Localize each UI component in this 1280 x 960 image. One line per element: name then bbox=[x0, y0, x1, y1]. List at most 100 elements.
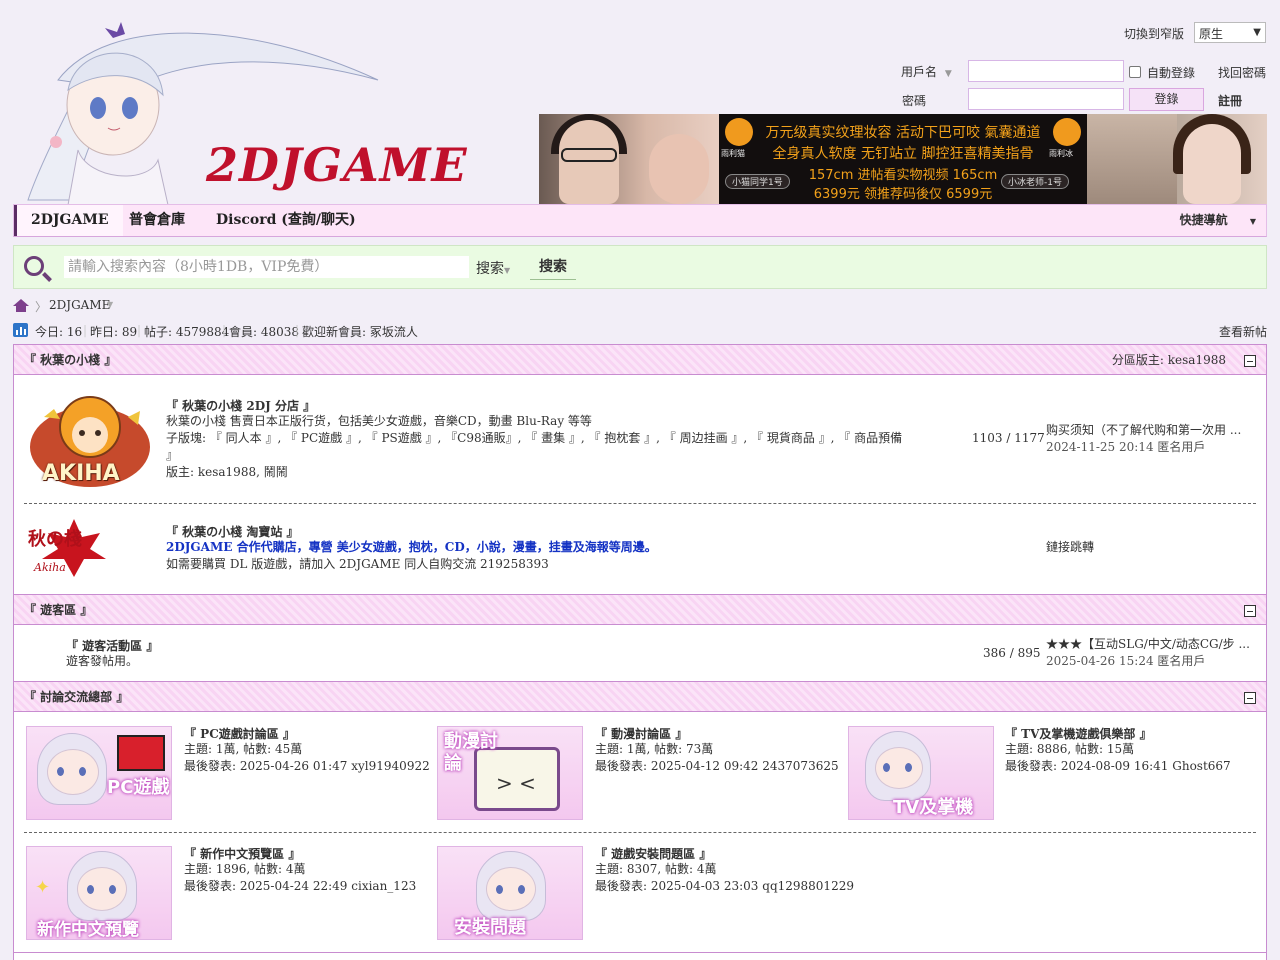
quick-nav-label: 快捷導航 bbox=[1179, 213, 1228, 227]
forum-stats: 主題: 1896, 帖數: 4萬 bbox=[184, 862, 306, 876]
ad-tag-right: 小冰老师-1号 bbox=[1001, 174, 1069, 189]
nav-item-2djgame[interactable]: 2DJGAME bbox=[14, 205, 123, 236]
category-header-discussion: 『 討論交流總部 』 bbox=[13, 681, 1267, 712]
thumb-label: 新作中文預覽 bbox=[37, 920, 139, 940]
nav-item-warehouse[interactable]: 普會倉庫 bbox=[129, 205, 185, 236]
width-select[interactable]: 原生 ▼ bbox=[1194, 22, 1266, 43]
row-divider bbox=[24, 832, 1256, 833]
chevron-down-icon: ▼ bbox=[1249, 216, 1256, 226]
category-moderator[interactable]: 分區版主: kesa1988 bbox=[1112, 345, 1226, 376]
login-button[interactable]: 登錄 bbox=[1129, 88, 1204, 111]
quick-nav-menu[interactable]: 快捷導航 ▼ bbox=[1180, 205, 1256, 236]
forum-icon-new-chinese-preview[interactable]: ✦ 新作中文預覽 bbox=[26, 846, 172, 940]
forum-desc: 秋葉の小棧 售賣日本正版行货，包括美少女遊戲，音樂CD，動畫 Blu-Ray 等… bbox=[166, 414, 592, 428]
forum-subforums-end: 』 bbox=[166, 448, 179, 462]
nav-item-discord[interactable]: Discord (查詢/聊天) bbox=[216, 205, 356, 236]
forum-moderators: 版主: kesa1988, 鬧鬧 bbox=[166, 464, 288, 481]
password-input[interactable] bbox=[968, 88, 1124, 110]
thumb-label: TV及掌機 bbox=[893, 797, 974, 818]
search-type-select[interactable]: 搜索▼ bbox=[476, 258, 510, 278]
category-header-guest: 『 遊客區 』 bbox=[13, 594, 1267, 625]
forum-last-post[interactable]: 最後發表: 2025-04-03 23:03 qq1298801229 bbox=[595, 878, 854, 895]
taobao-logo-text: 秋の棧 bbox=[28, 529, 82, 550]
ad-photo-right bbox=[1087, 114, 1267, 204]
forum-stats: 主題: 8886, 帖數: 15萬 bbox=[1005, 742, 1135, 756]
forum-icon-akiha-taobao[interactable]: 秋の棧 Akiha bbox=[24, 513, 124, 583]
forum-title-install-issues[interactable]: 『 遊戲安裝問題區 』 bbox=[595, 845, 711, 862]
username-label[interactable]: 用戶名 ▼ bbox=[901, 63, 952, 80]
category-title[interactable]: 『 遊客區 』 bbox=[24, 595, 92, 626]
external-link-redirect[interactable]: 鏈接跳轉 bbox=[1046, 539, 1094, 556]
stat-members: 會員: 48038 bbox=[229, 325, 300, 339]
chevron-down-icon: ▼ bbox=[1253, 27, 1261, 38]
category-body-discussion: PC遊戲 『 PC遊戲討論區 』 主題: 1萬, 帖數: 45萬 最後發表: 2… bbox=[13, 712, 1267, 960]
forum-last-post[interactable]: 最後發表: 2025-04-24 22:49 cixian_123 bbox=[184, 878, 416, 895]
stat-today: 今日: 16 bbox=[35, 325, 83, 339]
forum-last-post[interactable]: 最後發表: 2024-08-09 16:41 Ghost667 bbox=[1005, 758, 1231, 775]
forum-icon-pc-games[interactable]: PC遊戲 bbox=[26, 726, 172, 820]
forum-stats: 主題: 8307, 帖數: 4萬 bbox=[595, 862, 717, 876]
stat-yesterday: 昨日: 89 bbox=[90, 325, 138, 339]
forum-icon-anime[interactable]: > < 動漫討論 bbox=[437, 726, 583, 820]
forum-desc: 遊客發帖用。 bbox=[66, 654, 139, 668]
home-icon[interactable] bbox=[13, 299, 29, 313]
search-bar: 請輸入搜索內容（8小時1DB，VIP免費） 搜索▼ 搜索 bbox=[13, 245, 1267, 289]
breadcrumb-current[interactable]: 2DJGAME bbox=[49, 298, 110, 312]
auto-login-checkbox[interactable] bbox=[1129, 66, 1141, 78]
main-nav: 2DJGAME 普會倉庫 Discord (查詢/聊天) 快捷導航 ▼ bbox=[13, 204, 1267, 237]
view-new-posts-link[interactable]: 查看新帖 bbox=[1219, 323, 1267, 340]
forum-last-post[interactable]: 最後發表: 2025-04-26 01:47 xyl91940922 bbox=[184, 758, 430, 775]
narrow-switch-label: 切換到窄版 bbox=[1124, 27, 1185, 41]
forum-counts: 1103 / 1177 bbox=[972, 431, 1045, 445]
collapse-icon[interactable] bbox=[1244, 692, 1256, 704]
forum-title-new-chinese-preview[interactable]: 『 新作中文預覽區 』 bbox=[184, 845, 300, 862]
forum-desc-highlight: 2DJGAME 合作代購店，專營 美少女遊戲，抱枕，CD，小說，漫畫，挂畫及海報… bbox=[166, 540, 657, 554]
forum-stats: 主題: 1萬, 帖數: 73萬 bbox=[595, 742, 714, 756]
forgot-password-link[interactable]: 找回密碼 bbox=[1218, 64, 1266, 81]
category-title[interactable]: 『 秋葉の小棧 』 bbox=[24, 345, 116, 376]
advertisement-banner[interactable]: 雨利猫 雨利冰 万元级真实纹理妆容 活动下巴可咬 氣囊通道 全身真人软度 无钉站… bbox=[539, 114, 1267, 204]
last-post-title[interactable]: ★★★【互动SLG/中文/动态CG/步 ... bbox=[1046, 636, 1250, 653]
ad-price-1: 6399元 bbox=[813, 187, 860, 202]
ad-line-1: 万元级真实纹理妆容 活动下巴可咬 氣囊通道 bbox=[765, 125, 1041, 141]
forum-counts: 386 / 895 bbox=[983, 646, 1041, 660]
forum-icon-tv-handheld[interactable]: TV及掌機 bbox=[848, 726, 994, 820]
collapse-icon[interactable] bbox=[1244, 605, 1256, 617]
auto-login-label: 自動登錄 bbox=[1147, 66, 1196, 80]
forum-last-post[interactable]: 最後發表: 2025-04-12 09:42 2437073625 bbox=[595, 758, 839, 775]
collapse-icon[interactable] bbox=[1244, 355, 1256, 367]
width-select-value: 原生 bbox=[1199, 27, 1224, 41]
thumb-label: 動漫討論 bbox=[444, 731, 498, 774]
forum-title-tv-handheld[interactable]: 『 TV及掌機遊戲俱樂部 』 bbox=[1005, 725, 1152, 742]
forum-title-akiha-2dj[interactable]: 『 秋葉の小棧 2DJ 分店 』 bbox=[166, 397, 315, 414]
forum-stats: 主題: 1萬, 帖數: 45萬 bbox=[184, 742, 303, 756]
ad-text-panel: 雨利猫 雨利冰 万元级真实纹理妆容 活动下巴可咬 氣囊通道 全身真人软度 无钉站… bbox=[719, 114, 1087, 204]
logo-text: 2DJGAME bbox=[206, 138, 468, 192]
chart-icon bbox=[13, 323, 28, 337]
forum-icon-install-issues[interactable]: 安裝問題 bbox=[437, 846, 583, 940]
last-post-meta: 2024-11-25 20:14 匿名用戶 bbox=[1046, 440, 1206, 454]
chevron-right-icon: 〉 bbox=[35, 300, 48, 314]
site-logo[interactable]: 2DJGAME bbox=[18, 10, 467, 206]
forum-title-guest[interactable]: 『 遊客活動區 』 bbox=[66, 637, 158, 654]
last-post-title[interactable]: 购买须知（不了解代购和第一次用 ... bbox=[1046, 422, 1241, 439]
ad-price-2: 6599元 bbox=[946, 187, 993, 202]
forum-icon-akiha[interactable]: AKIHA bbox=[24, 387, 156, 491]
ad-price-note: 领推荐码後仅 bbox=[863, 187, 942, 202]
last-post-meta: 2025-04-26 15:24 匿名用戶 bbox=[1046, 654, 1206, 668]
username-input[interactable] bbox=[968, 60, 1124, 82]
forum-title-anime[interactable]: 『 動漫討論區 』 bbox=[595, 725, 687, 742]
akiha-logo-text: AKIHA bbox=[42, 461, 120, 486]
forum-title-akiha-taobao[interactable]: 『 秋葉の小棧 淘寶站 』 bbox=[166, 523, 299, 540]
category-header-akiha: 『 秋葉の小棧 』 分區版主: kesa1988 bbox=[13, 344, 1267, 375]
stat-newest-member[interactable]: 歡迎新會員: 冢坂流人 bbox=[302, 323, 418, 340]
category-title[interactable]: 『 討論交流總部 』 bbox=[24, 682, 128, 713]
forum-title-pc-games[interactable]: 『 PC遊戲討論區 』 bbox=[184, 725, 295, 742]
search-input[interactable]: 請輸入搜索內容（8小時1DB，VIP免費） bbox=[64, 256, 469, 278]
row-divider bbox=[24, 503, 1256, 504]
search-button[interactable]: 搜索 bbox=[530, 254, 576, 280]
register-link[interactable]: 註冊 bbox=[1218, 92, 1242, 109]
forum-last-post: 购买须知（不了解代购和第一次用 ... 2024-11-25 20:14 匿名用… bbox=[1046, 422, 1241, 456]
forum-moderators-text[interactable]: 版主: kesa1988, 鬧鬧 bbox=[166, 465, 288, 479]
forum-subforums[interactable]: 子版塊: 『 同人本 』, 『 PC遊戲 』, 『 PS遊戲 』, 『C98通販… bbox=[166, 430, 902, 447]
